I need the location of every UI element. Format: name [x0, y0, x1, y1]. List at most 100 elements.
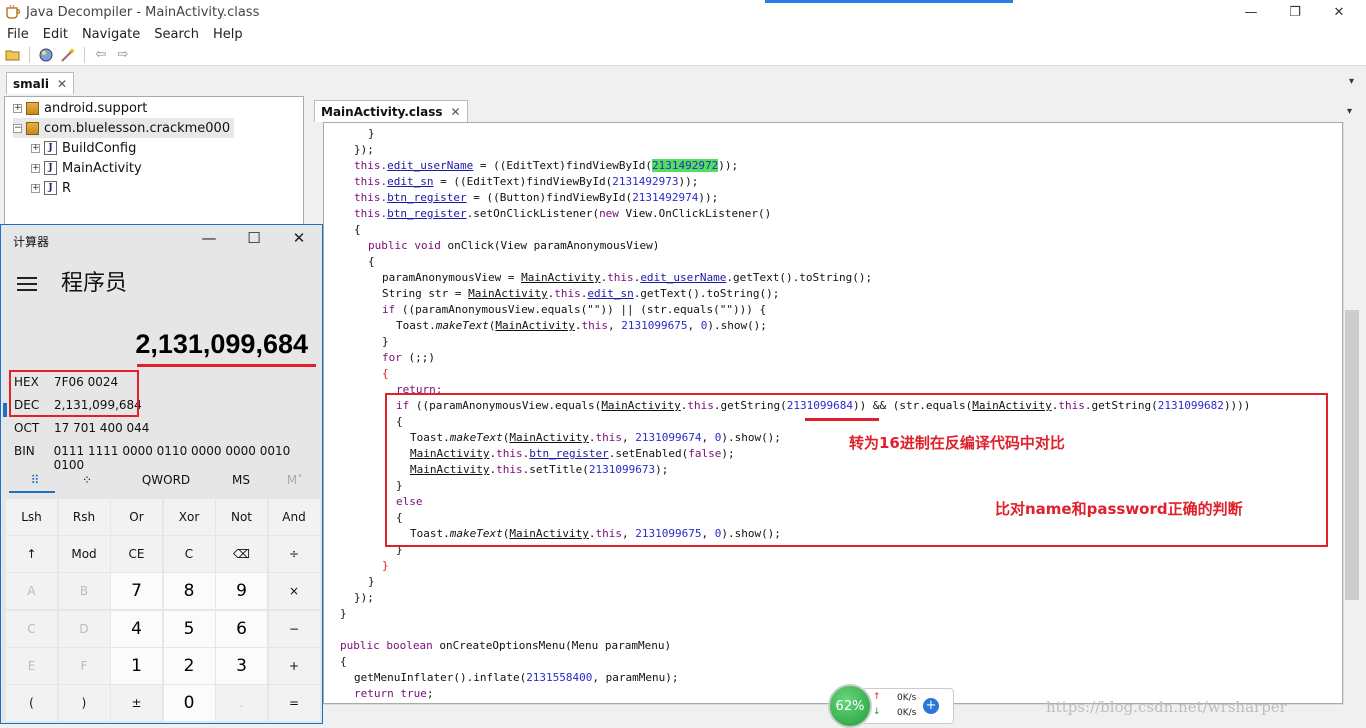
close-button[interactable]: ✕: [1317, 0, 1361, 24]
radix-bin[interactable]: BIN 0111 1111 0000 0110 0000 0000 0010 01…: [14, 444, 322, 472]
key-or-button[interactable]: Or: [111, 499, 162, 535]
network-monitor: ↑ ↓ 0K/s 0K/s + 62%: [826, 684, 956, 728]
key-5-button[interactable]: 5: [163, 610, 215, 647]
tree-item-r[interactable]: + J R: [31, 178, 71, 198]
annotation-name-password: 比对name和password正确的判断: [995, 500, 1243, 518]
close-paren-button[interactable]: ): [58, 685, 110, 721]
open-type-icon[interactable]: [37, 46, 55, 64]
toolbar-separator: [29, 46, 30, 63]
radix-oct[interactable]: OCT 17 701 400 044: [14, 421, 149, 435]
tree-item-android-support[interactable]: + android.support: [13, 98, 147, 118]
close-tab-icon[interactable]: ✕: [57, 77, 67, 91]
negate-button[interactable]: ±: [111, 685, 162, 721]
title-accent: [765, 0, 1013, 3]
memory-store-button[interactable]: MS: [223, 473, 259, 487]
word-size-button[interactable]: QWORD: [131, 473, 201, 487]
plus-circle-icon[interactable]: +: [923, 698, 939, 714]
key-7-button[interactable]: 7: [111, 573, 162, 610]
key-4-button[interactable]: 4: [111, 610, 162, 647]
tab-menu-icon[interactable]: ▾: [1349, 76, 1354, 87]
key-lsh-button[interactable]: Lsh: [6, 499, 57, 535]
menu-file[interactable]: File: [0, 27, 36, 42]
open-file-icon[interactable]: [4, 46, 22, 64]
equals-button[interactable]: =: [268, 685, 320, 721]
code-line: paramAnonymousView = MainActivity.this.e…: [382, 271, 873, 284]
tab-smali-label: smali: [13, 76, 49, 91]
forward-arrow-icon[interactable]: ⇨: [114, 46, 132, 64]
key-and-button[interactable]: And: [268, 499, 320, 535]
full-keypad-icon[interactable]: ⠿: [25, 473, 45, 487]
key-d-button[interactable]: D: [58, 610, 110, 647]
scroll-thumb[interactable]: [1345, 310, 1359, 600]
calc-minimize-button[interactable]: —: [199, 229, 219, 247]
code-line: public void onClick(View paramAnonymousV…: [368, 239, 660, 252]
expand-icon[interactable]: +: [31, 183, 40, 193]
wand-icon[interactable]: [59, 46, 77, 64]
minimize-button[interactable]: —: [1229, 0, 1273, 24]
key-8-button[interactable]: 8: [163, 573, 215, 610]
key-9-button[interactable]: 9: [216, 573, 267, 610]
expand-icon[interactable]: +: [13, 103, 22, 113]
vertical-scrollbar[interactable]: [1343, 122, 1360, 704]
menu-edit[interactable]: Edit: [36, 27, 75, 42]
tab-mainactivity[interactable]: MainActivity.class ✕: [314, 100, 468, 122]
key-b-button[interactable]: B: [58, 573, 110, 610]
key-ce-button[interactable]: CE: [111, 536, 162, 573]
tab-smali[interactable]: smali ✕: [6, 72, 75, 94]
key-2-button[interactable]: 2: [163, 647, 215, 684]
active-tab-indicator: [9, 491, 55, 493]
add-button[interactable]: +: [268, 647, 320, 684]
editor-tab-menu-icon[interactable]: ▾: [1347, 106, 1352, 117]
key-mod-button[interactable]: Mod: [58, 536, 110, 573]
backspace-button[interactable]: ⌫: [216, 536, 267, 573]
package-icon: [26, 101, 39, 115]
upload-speed: 0K/s: [897, 693, 917, 703]
collapse-icon[interactable]: −: [13, 123, 22, 133]
multiply-button[interactable]: ×: [268, 573, 320, 610]
menu-search[interactable]: Search: [147, 27, 206, 42]
upload-arrow-icon: ↑: [873, 692, 881, 702]
key-6-button[interactable]: 6: [216, 610, 267, 647]
second-function-button[interactable]: ↑: [6, 536, 57, 573]
code-line: }: [382, 335, 389, 348]
key-1-button[interactable]: 1: [111, 647, 162, 684]
code-line: }: [382, 559, 389, 572]
tree-item-label: MainActivity: [62, 160, 142, 176]
subtract-button[interactable]: −: [268, 610, 320, 647]
decimal-button[interactable]: .: [216, 685, 267, 721]
open-paren-button[interactable]: (: [6, 685, 57, 721]
underline-mark: [805, 418, 879, 421]
watermark: https://blog.csdn.net/wrsharper: [1046, 698, 1287, 716]
maximize-button[interactable]: ❐: [1273, 0, 1317, 24]
tree-item-buildconfig[interactable]: + J BuildConfig: [31, 138, 136, 158]
expand-icon[interactable]: +: [31, 143, 40, 153]
download-speed: 0K/s: [897, 708, 917, 718]
key-3-button[interactable]: 3: [216, 647, 267, 684]
key-rsh-button[interactable]: Rsh: [58, 499, 110, 535]
divide-button[interactable]: ÷: [268, 536, 320, 573]
calc-close-button[interactable]: ✕: [289, 229, 309, 247]
expand-icon[interactable]: +: [31, 163, 40, 173]
memory-percent: 62%: [835, 698, 865, 714]
memory-ball[interactable]: 62%: [828, 684, 872, 728]
hamburger-menu-icon[interactable]: [17, 277, 37, 291]
close-tab-icon[interactable]: ✕: [451, 105, 461, 119]
memory-list-button[interactable]: M˅: [277, 473, 313, 487]
key-a-button[interactable]: A: [6, 573, 57, 610]
calc-maximize-button[interactable]: ☐: [244, 229, 264, 247]
key-c-button[interactable]: C: [163, 536, 215, 573]
key-xor-button[interactable]: Xor: [163, 499, 215, 535]
calculator-title: 计算器: [13, 235, 50, 249]
back-arrow-icon[interactable]: ⇦: [92, 46, 110, 64]
key-not-button[interactable]: Not: [216, 499, 267, 535]
tree-item-mainactivity[interactable]: + J MainActivity: [31, 158, 142, 178]
toolbar: ⇦ ⇨: [0, 44, 1366, 66]
bit-toggle-icon[interactable]: ⁘: [77, 473, 97, 487]
menu-navigate[interactable]: Navigate: [75, 27, 147, 42]
key-e-button[interactable]: E: [6, 647, 57, 684]
tree-item-crackme[interactable]: − com.bluelesson.crackme000: [13, 118, 235, 138]
menu-help[interactable]: Help: [206, 27, 250, 42]
key-f-button[interactable]: F: [58, 647, 110, 684]
key-0-button[interactable]: 0: [163, 685, 215, 721]
key-c-button[interactable]: C: [6, 610, 57, 647]
